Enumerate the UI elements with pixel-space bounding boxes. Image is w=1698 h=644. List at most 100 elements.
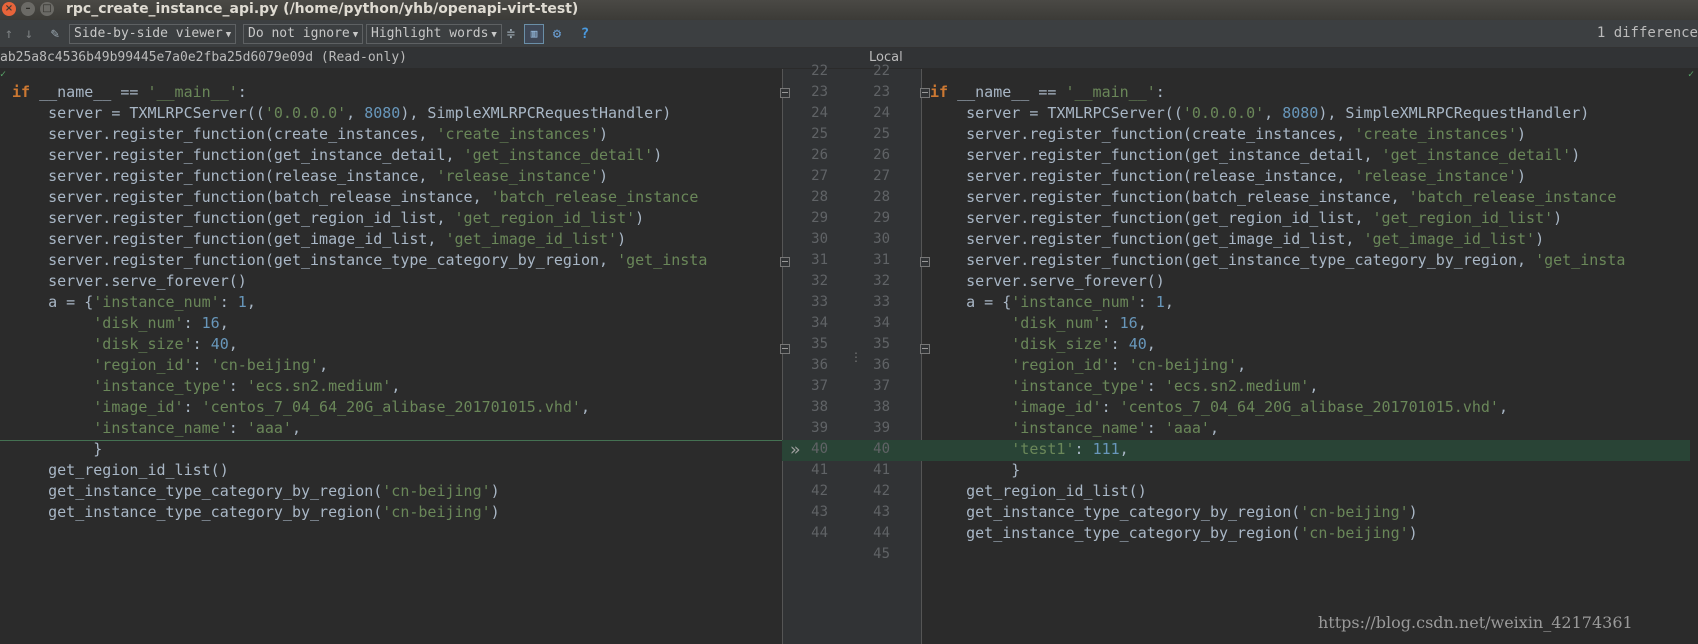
left-code-line[interactable]: get_instance_type_category_by_region('cn… [12,502,500,523]
previous-difference-icon[interactable]: ↑ [0,24,18,44]
right-line-number: 31 [873,252,890,268]
left-code-line[interactable]: server.register_function(batch_release_i… [12,187,698,208]
fold-marker-icon[interactable] [920,344,930,354]
left-code-line[interactable]: 'disk_size': 40, [12,334,238,355]
left-code-line[interactable]: server.register_function(get_region_id_l… [12,208,644,229]
left-code-line[interactable]: server.register_function(create_instance… [12,124,608,145]
highlight-mode-select[interactable]: Highlight words ▼ [366,24,502,44]
right-code-line[interactable]: 'instance_name': 'aaa', [930,418,1219,439]
right-code-line[interactable]: 'test1': 111, [930,439,1128,460]
right-code-line[interactable]: server.register_function(get_region_id_l… [930,208,1562,229]
right-code-line[interactable]: a = {'instance_num': 1, [930,292,1174,313]
code-token: ) [653,146,663,164]
help-icon[interactable]: ? [576,24,594,44]
code-token: 16 [201,314,220,332]
code-token: , [346,104,365,122]
left-code-line[interactable]: 'image_id': 'centos_7_04_64_20G_alibase_… [12,397,590,418]
code-token: '0.0.0.0' [264,104,347,122]
right-line-number: 41 [873,462,890,478]
code-token: __name__ == [30,83,148,101]
code-token: , [1137,314,1147,332]
right-code-line[interactable]: server.serve_forever() [930,271,1165,292]
right-code-line[interactable]: server = TXMLRPCServer(('0.0.0.0', 8080)… [930,103,1589,124]
left-line-number: 28 [811,189,828,205]
fold-marker-icon[interactable] [920,88,930,98]
left-code-line[interactable]: 'region_id': 'cn-beijing', [12,355,328,376]
collapse-unchanged-icon[interactable]: ≑ [502,24,520,44]
right-code-line[interactable]: 'disk_size': 40, [930,334,1156,355]
right-code-line[interactable]: get_region_id_list() [930,481,1147,502]
code-token: 'instance_num' [93,293,220,311]
code-token: 'instance_name' [1011,419,1147,437]
code-token: : [192,356,211,374]
close-window-icon[interactable]: × [2,2,16,16]
code-token: , [1309,377,1319,395]
left-line-number: 30 [811,231,828,247]
right-code-line[interactable]: server.register_function(release_instanc… [930,166,1526,187]
left-code-line[interactable]: 'instance_type': 'ecs.sn2.medium', [12,376,400,397]
left-code-line[interactable]: get_instance_type_category_by_region('cn… [12,481,500,502]
right-code-line[interactable]: get_instance_type_category_by_region('cn… [930,523,1418,544]
gear-icon[interactable]: ⚙ [548,24,566,44]
code-token: ) [490,482,500,500]
minimize-window-icon[interactable]: – [21,2,35,16]
right-code-line[interactable]: server.register_function(get_instance_de… [930,145,1580,166]
right-line-number: 32 [873,273,890,289]
fold-marker-icon[interactable] [920,257,930,267]
left-code-line[interactable]: server.register_function(get_instance_ty… [12,250,707,271]
left-code-line[interactable]: get_region_id_list() [12,460,229,481]
next-difference-icon[interactable]: ↓ [20,24,38,44]
code-token: 'image_id' [1011,398,1102,416]
fold-marker-icon[interactable] [780,257,790,267]
sync-scroll-toggle[interactable]: ▥ [524,24,544,44]
right-code-line[interactable]: 'instance_type': 'ecs.sn2.medium', [930,376,1318,397]
whitespace-policy-select[interactable]: Do not ignore ▼ [243,24,364,44]
left-code-line[interactable]: server.register_function(release_instanc… [12,166,608,187]
fold-marker-icon[interactable] [780,344,790,354]
left-code-line[interactable]: server = TXMLRPCServer(('0.0.0.0', 8080)… [12,103,671,124]
right-code-line[interactable]: 'image_id': 'centos_7_04_64_20G_alibase_… [930,397,1508,418]
right-code-line[interactable]: 'disk_num': 16, [930,313,1147,334]
insertion-marker-line [0,440,782,441]
code-token: '__main__' [1065,83,1156,101]
right-line-number: 22 [873,63,890,79]
right-code-line[interactable]: get_instance_type_category_by_region('cn… [930,502,1418,523]
viewer-mode-label: Side-by-side viewer [74,26,223,41]
right-code-line[interactable]: } [930,460,1020,481]
code-token: 'region_id' [93,356,193,374]
code-token: : [1101,398,1120,416]
code-token: 16 [1119,314,1138,332]
right-code-line[interactable]: if __name__ == '__main__': [930,82,1165,103]
left-code-line[interactable]: } [12,439,102,460]
highlight-mode-label: Highlight words [371,26,489,41]
edit-source-icon[interactable]: ✎ [46,24,64,44]
left-code-line[interactable]: a = {'instance_num': 1, [12,292,256,313]
viewer-mode-select[interactable]: Side-by-side viewer ▼ [69,24,237,44]
code-token: server.register_function(batch_release_i… [930,188,1409,206]
right-code-line[interactable]: 'region_id': 'cn-beijing', [930,355,1246,376]
left-code-line[interactable]: server.register_function(get_instance_de… [12,145,662,166]
chevron-down-icon: ▼ [352,30,359,40]
code-token: 'instance_name' [93,419,229,437]
right-code-line[interactable]: server.register_function(get_image_id_li… [930,229,1544,250]
right-line-number: 30 [873,231,890,247]
right-code-line[interactable]: server.register_function(create_instance… [930,124,1526,145]
left-code-line[interactable]: server.serve_forever() [12,271,247,292]
left-line-number: 29 [811,210,828,226]
code-token: ) [1517,167,1527,185]
left-code-line[interactable]: 'disk_num': 16, [12,313,228,334]
right-code-line[interactable]: server.register_function(get_instance_ty… [930,250,1625,271]
left-code-line[interactable]: if __name__ == '__main__': [12,82,247,103]
right-line-number: 23 [873,84,890,100]
maximize-window-icon[interactable]: □ [40,2,54,16]
left-code-line[interactable]: 'instance_name': 'aaa', [12,418,301,439]
left-line-number: 41 [811,462,828,478]
left-code-line[interactable]: server.register_function(get_image_id_li… [12,229,626,250]
right-code-line[interactable]: server.register_function(batch_release_i… [930,187,1616,208]
code-token: server.register_function(create_instance… [930,125,1355,143]
fold-marker-icon[interactable] [780,88,790,98]
left-line-number: 37 [811,378,828,394]
